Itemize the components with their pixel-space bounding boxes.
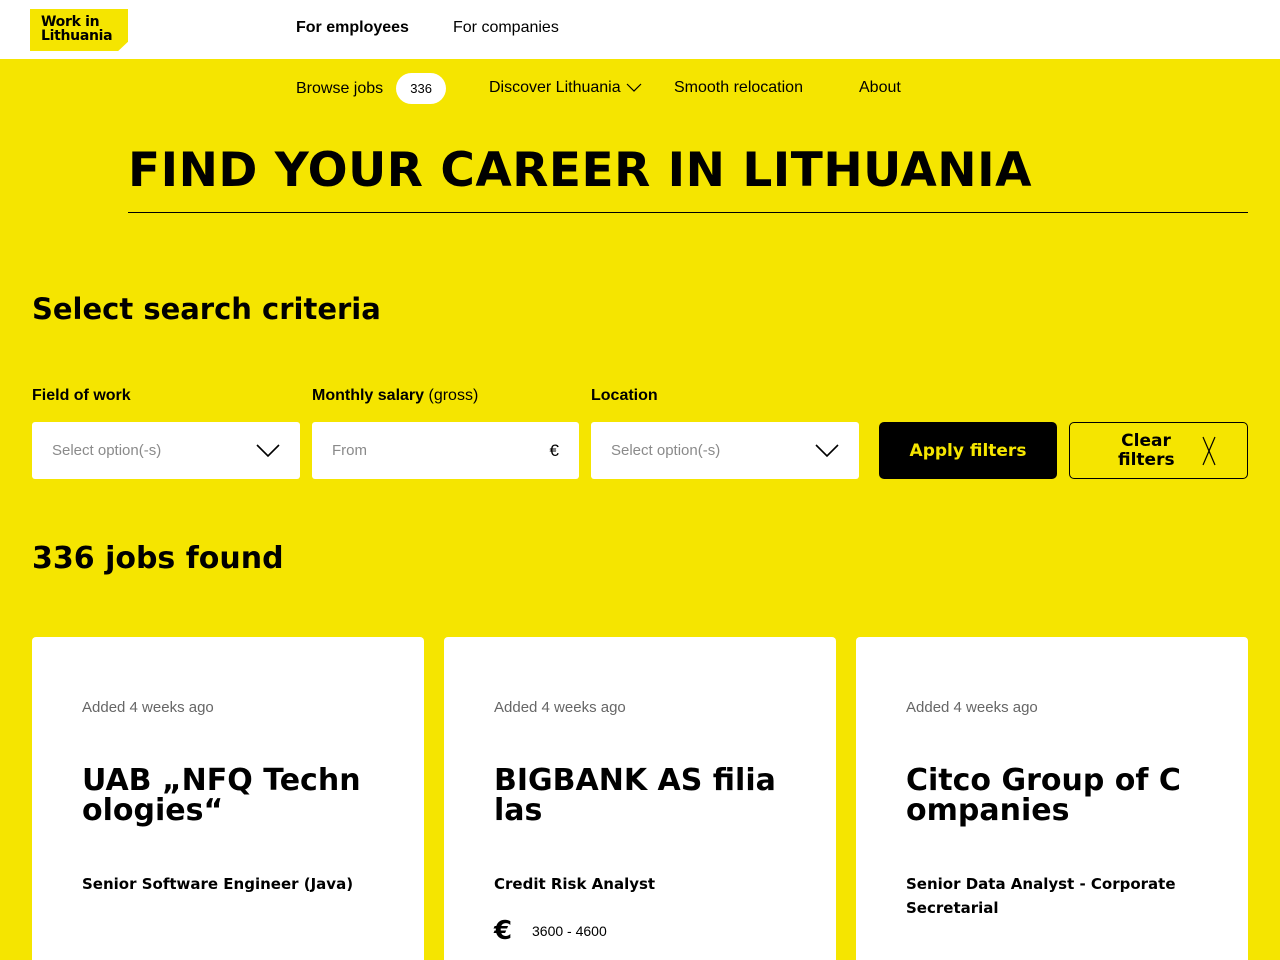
job-company: BIGBANK AS filialas	[494, 763, 776, 828]
chevron-down-icon	[256, 443, 280, 457]
clear-filters-label: Clear filters	[1118, 430, 1175, 470]
job-salary: € 3600 - 4600	[494, 916, 786, 946]
salary-input[interactable]: From €	[312, 422, 579, 479]
nav-about[interactable]: About	[859, 79, 901, 97]
nav-browse-jobs-label: Browse jobs	[296, 79, 384, 97]
tab-for-employees[interactable]: For employees	[296, 19, 409, 37]
field-of-work-label: Field of work	[32, 387, 131, 404]
nav-smooth-relocation[interactable]: Smooth relocation	[674, 79, 803, 97]
job-position: Credit Risk Analyst	[494, 875, 656, 893]
monthly-salary-label: Monthly salary (gross)	[312, 387, 478, 405]
field-of-work-select[interactable]: Select option(-s)	[32, 422, 300, 479]
page-title: FIND YOUR CAREER IN LITHUANIA	[128, 143, 1032, 198]
main-nav: Browse jobs 336 Discover Lithuania Smoot…	[0, 59, 1280, 117]
apply-filters-button[interactable]: Apply filters	[879, 422, 1057, 479]
location-label: Location	[591, 387, 658, 404]
job-company: Citco Group of Companies	[906, 763, 1181, 828]
monthly-salary-label-note: (gross)	[428, 387, 479, 404]
jobs-count-badge: 336	[396, 73, 447, 104]
location-select[interactable]: Select option(-s)	[591, 422, 859, 479]
job-added-date: Added 4 weeks ago	[906, 699, 1038, 716]
job-position: Senior Data Analyst - Corporate Secretar…	[906, 875, 1176, 917]
monthly-salary-label-text: Monthly salary	[312, 387, 425, 404]
job-added-date: Added 4 weeks ago	[82, 699, 214, 716]
nav-browse-jobs[interactable]: Browse jobs 336	[296, 73, 447, 104]
logo-line-2: Lithuania	[41, 28, 113, 44]
job-card[interactable]: Added 4 weeks ago UAB „NFQ Technologies“…	[32, 637, 424, 960]
logo[interactable]: Work in Lithuania	[30, 9, 128, 51]
euro-icon: €	[549, 440, 559, 460]
jobs-found-count: 336 jobs found	[32, 541, 284, 576]
location-placeholder: Select option(-s)	[611, 442, 721, 459]
nav-discover-lithuania[interactable]: Discover Lithuania	[489, 79, 642, 97]
search-criteria-title: Select search criteria	[32, 292, 381, 326]
salary-placeholder: From	[332, 442, 367, 459]
job-position: Senior Software Engineer (Java)	[82, 875, 354, 893]
close-icon	[1202, 436, 1216, 465]
job-added-date: Added 4 weeks ago	[494, 699, 626, 716]
title-divider	[128, 212, 1248, 213]
euro-icon: €	[494, 916, 513, 946]
nav-discover-label: Discover Lithuania	[489, 79, 621, 96]
logo-line-1: Work in	[41, 14, 100, 30]
job-card[interactable]: Added 4 weeks ago BIGBANK AS filialas Cr…	[444, 637, 836, 960]
chevron-down-icon	[626, 83, 642, 92]
top-bar: Work in Lithuania For employees For comp…	[0, 0, 1280, 59]
job-company: UAB „NFQ Technologies“	[82, 763, 361, 828]
job-salary-range: 3600 - 4600	[532, 923, 607, 939]
field-of-work-placeholder: Select option(-s)	[52, 442, 162, 459]
job-card[interactable]: Added 4 weeks ago Citco Group of Compani…	[856, 637, 1248, 960]
chevron-down-icon	[815, 443, 839, 457]
tab-for-companies[interactable]: For companies	[453, 19, 559, 37]
clear-filters-button[interactable]: Clear filters	[1069, 422, 1248, 479]
